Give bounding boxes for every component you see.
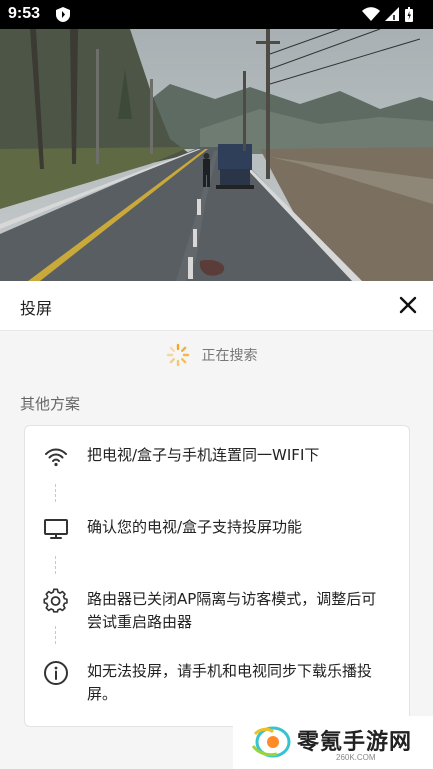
step-text: 确认您的电视/盒子支持投屏功能 <box>87 518 303 536</box>
panel-title: 投屏 <box>20 299 53 318</box>
status-icons <box>361 6 423 27</box>
step-connector <box>55 556 56 574</box>
wifi-icon <box>362 7 380 21</box>
close-button[interactable] <box>397 294 419 316</box>
panel-header: 投屏 <box>0 281 433 331</box>
close-icon <box>399 296 417 314</box>
step-connector <box>55 484 56 502</box>
status-time: 9:53 <box>8 5 41 22</box>
step-text: 路由器已关闭AP隔离与访客模式，调整后可 尝试重启路由器 <box>87 590 377 631</box>
info-icon <box>44 661 68 685</box>
step-connector <box>55 626 56 644</box>
step-text: 把电视/盒子与手机连置同一WIFI下 <box>87 446 320 464</box>
section-label-other-solutions: 其他方案 <box>20 395 81 413</box>
solutions-card: 把电视/盒子与手机连置同一WIFI下 确认您的电视/盒子支持投屏功能 路由器已关… <box>24 425 410 727</box>
monitor-icon <box>44 519 68 539</box>
step-text: 如无法投屏，请手机和电视同步下载乐播投屏。 <box>87 662 373 703</box>
app-shield-icon <box>55 6 71 27</box>
site-watermark: 零氪手游网 260K.COM <box>233 716 433 769</box>
site-logo-icon <box>251 726 291 758</box>
signal-icon <box>385 7 399 21</box>
searching-indicator: 正在搜索 <box>0 341 433 369</box>
wifi-icon <box>45 448 67 467</box>
gear-icon <box>43 588 68 613</box>
status-bar: 9:53 <box>0 0 433 29</box>
watermark-text: 零氪手游网 <box>297 730 413 755</box>
battery-icon <box>405 7 413 22</box>
cast-panel: 投屏 正在搜索 其他方案 把电视/盒子与手机连置同一WIFI下 确认您的电视/盒… <box>0 281 433 769</box>
watermark-subtext: 260K.COM <box>336 753 376 762</box>
video-player[interactable] <box>0 29 433 281</box>
video-frame-image <box>0 29 433 281</box>
searching-text: 正在搜索 <box>201 348 258 364</box>
loading-spinner-icon <box>166 343 189 367</box>
